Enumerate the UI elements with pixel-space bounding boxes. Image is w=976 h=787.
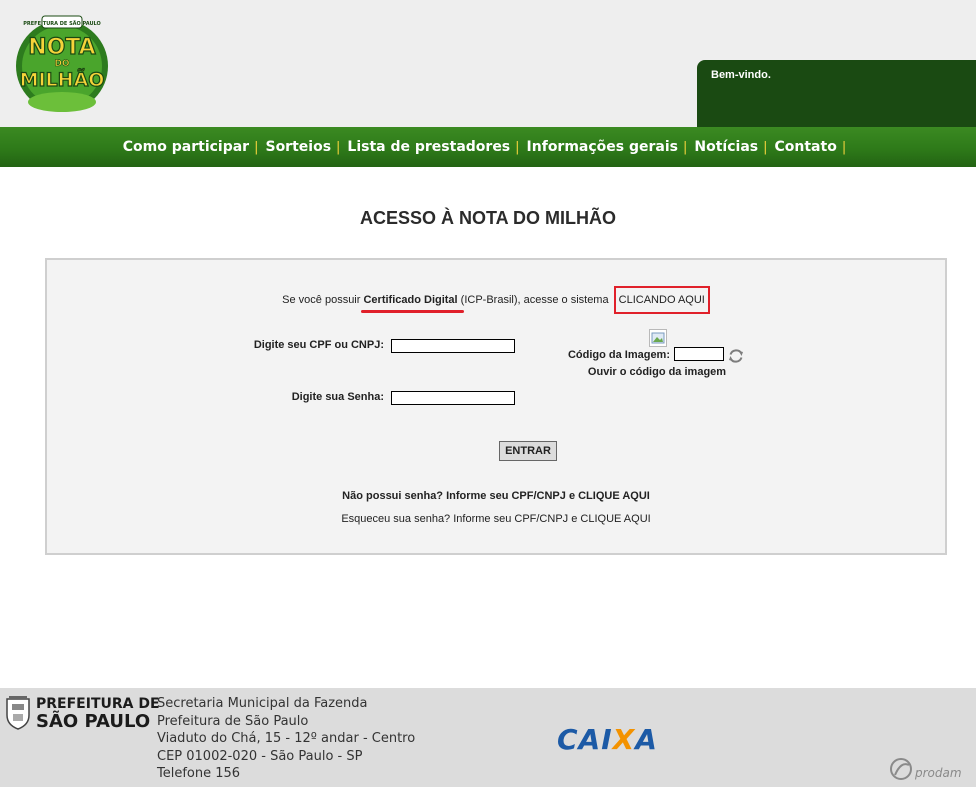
- welcome-text: Bem-vindo.: [711, 69, 771, 81]
- nav-item-contato[interactable]: Contato |: [775, 139, 854, 155]
- audio-captcha-link[interactable]: Ouvir o código da imagem: [567, 366, 747, 378]
- svg-text:prodam: prodam: [914, 766, 962, 780]
- footer: PREFEITURA DE SÃO PAULO Secretaria Munic…: [0, 688, 976, 787]
- enter-button[interactable]: ENTRAR: [499, 441, 557, 461]
- nav-item-como-participar[interactable]: Como participar |: [123, 139, 266, 155]
- nav-item-lista-de-prestadores[interactable]: Lista de prestadores |: [347, 139, 526, 155]
- nav-separator: |: [841, 139, 847, 155]
- nav-item-noticias[interactable]: Notícias |: [694, 139, 774, 155]
- captcha-image-icon: [649, 329, 667, 347]
- forgot-password-link[interactable]: CLIQUE AQUI: [580, 513, 650, 525]
- welcome-panel: Bem-vindo.: [697, 60, 976, 127]
- password-label: Digite sua Senha:: [291, 391, 384, 403]
- cert-prefix-text: Se você possuir: [282, 294, 364, 306]
- forgot-password-text: Esqueceu sua senha? Informe seu CPF/CNPJ…: [341, 513, 581, 525]
- svg-text:NOTA: NOTA: [28, 35, 95, 60]
- certificate-login-link[interactable]: CLICANDO AQUI: [613, 286, 710, 314]
- footer-address: Secretaria Municipal da Fazenda Prefeitu…: [157, 696, 416, 781]
- certificate-digital-label: Certificado Digital: [361, 294, 464, 313]
- nav-item-informacoes-gerais[interactable]: Informações gerais |: [527, 139, 695, 155]
- cpf-cnpj-input[interactable]: [391, 339, 515, 353]
- nav-separator: |: [763, 139, 768, 155]
- svg-text:PREFEITURA DE SÃO PAULO: PREFEITURA DE SÃO PAULO: [23, 20, 101, 27]
- nav-separator: |: [336, 139, 341, 155]
- coat-of-arms-icon: [6, 696, 30, 730]
- nav-item-sorteios[interactable]: Sorteios |: [265, 139, 347, 155]
- header: PREFEITURA DE SÃO PAULO NOTA DO MILHÃO B…: [0, 0, 976, 127]
- forgot-password-line: Esqueceu sua senha? Informe seu CPF/CNPJ…: [47, 513, 945, 525]
- login-box: Se você possuir Certificado Digital (ICP…: [45, 258, 947, 555]
- page-title: ACESSO À NOTA DO MILHÃO: [360, 208, 616, 228]
- prodam-logo[interactable]: prodam: [889, 755, 975, 783]
- svg-text:DO: DO: [54, 59, 69, 69]
- captcha-input[interactable]: [674, 347, 724, 361]
- nav-separator: |: [515, 139, 520, 155]
- refresh-icon[interactable]: [727, 347, 745, 365]
- nav-separator: |: [683, 139, 688, 155]
- certificate-line: Se você possuir Certificado Digital (ICP…: [47, 286, 945, 314]
- captcha-label: Código da Imagem:: [567, 349, 670, 361]
- cpf-label: Digite seu CPF ou CNPJ:: [253, 339, 384, 351]
- svg-text:MILHÃO: MILHÃO: [20, 67, 105, 91]
- caixa-logo[interactable]: CAIXA: [557, 723, 658, 756]
- red-underline-annotation: [361, 310, 464, 313]
- prefeitura-logo-text: PREFEITURA DE SÃO PAULO: [36, 696, 160, 732]
- nota-do-milhao-logo[interactable]: PREFEITURA DE SÃO PAULO NOTA DO MILHÃO: [14, 14, 110, 114]
- no-password-link[interactable]: Não possui senha? Informe seu CPF/CNPJ e…: [47, 490, 945, 502]
- caixa-logo-x: X: [612, 723, 636, 756]
- password-input[interactable]: [391, 391, 515, 405]
- main-nav: Como participar | Sorteios | Lista de pres…: [0, 127, 976, 167]
- cert-middle-text: (ICP-Brasil), acesse o sistema: [457, 294, 612, 306]
- nav-separator: |: [254, 139, 259, 155]
